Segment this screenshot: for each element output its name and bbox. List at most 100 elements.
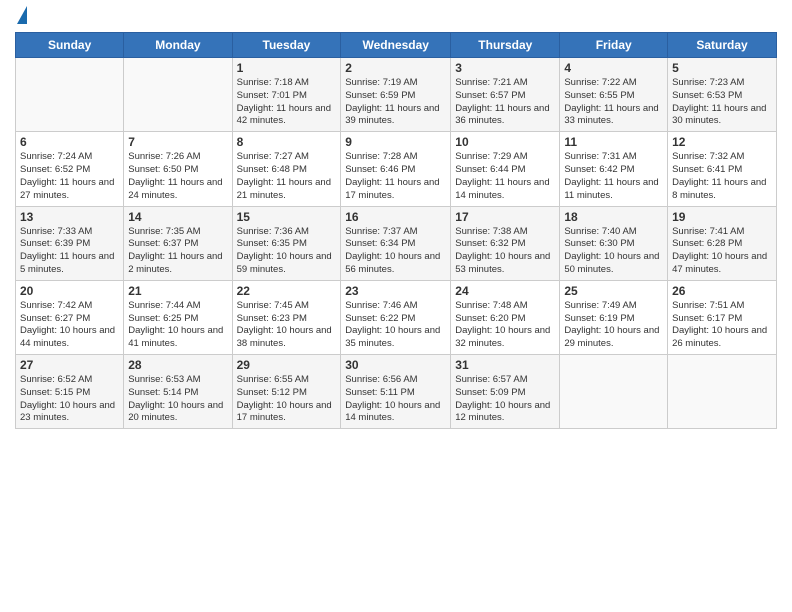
- day-header-tuesday: Tuesday: [232, 33, 341, 58]
- calendar-cell: 26Sunrise: 7:51 AM Sunset: 6:17 PM Dayli…: [668, 280, 777, 354]
- day-info: Sunrise: 7:18 AM Sunset: 7:01 PM Dayligh…: [237, 77, 337, 128]
- day-number: 31: [455, 358, 555, 372]
- day-number: 18: [564, 210, 663, 224]
- calendar-cell: 9 Sunrise: 7:28 AM Sunset: 6:46 PM Daylig…: [341, 132, 451, 206]
- day-header-thursday: Thursday: [451, 33, 560, 58]
- day-number: 22: [237, 284, 337, 298]
- day-info: Sunrise: 7:26 AM Sunset: 6:50 PM Dayligh…: [128, 151, 227, 202]
- day-info: Sunrise: 7:42 AM Sunset: 6:27 PM Dayligh…: [20, 300, 119, 351]
- day-number: 5: [672, 61, 772, 75]
- day-info: Sunrise: 7:49 AM Sunset: 6:19 PM Dayligh…: [564, 300, 663, 351]
- day-info: Sunrise: 7:35 AM Sunset: 6:37 PM Dayligh…: [128, 226, 227, 277]
- day-header-sunday: Sunday: [16, 33, 124, 58]
- calendar-cell: 31 Sunrise: 6:57 AM Sunset: 5:09 PM Dayli…: [451, 355, 560, 429]
- calendar-week-3: 13Sunrise: 7:33 AM Sunset: 6:39 PM Dayli…: [16, 206, 777, 280]
- day-number: 14: [128, 210, 227, 224]
- day-number: 19: [672, 210, 772, 224]
- calendar-cell: 27 Sunrise: 6:52 AM Sunset: 5:15 PM Dayli…: [16, 355, 124, 429]
- day-info: Sunrise: 7:36 AM Sunset: 6:35 PM Dayligh…: [237, 226, 337, 277]
- calendar-cell: 13Sunrise: 7:33 AM Sunset: 6:39 PM Dayli…: [16, 206, 124, 280]
- day-info: Sunrise: 7:19 AM Sunset: 6:59 PM Dayligh…: [345, 77, 446, 128]
- day-header-wednesday: Wednesday: [341, 33, 451, 58]
- day-info: Sunrise: 7:31 AM Sunset: 6:42 PM Dayligh…: [564, 151, 663, 202]
- day-number: 2: [345, 61, 446, 75]
- calendar-week-4: 20Sunrise: 7:42 AM Sunset: 6:27 PM Dayli…: [16, 280, 777, 354]
- day-info: Sunrise: 7:38 AM Sunset: 6:32 PM Dayligh…: [455, 226, 555, 277]
- calendar-cell: [668, 355, 777, 429]
- calendar-cell: 10 Sunrise: 7:29 AM Sunset: 6:44 PM Dayli…: [451, 132, 560, 206]
- calendar-cell: 12Sunrise: 7:32 AM Sunset: 6:41 PM Dayli…: [668, 132, 777, 206]
- day-number: 1: [237, 61, 337, 75]
- day-info: Sunrise: 7:40 AM Sunset: 6:30 PM Dayligh…: [564, 226, 663, 277]
- day-number: 23: [345, 284, 446, 298]
- day-number: 29: [237, 358, 337, 372]
- calendar-week-2: 6 Sunrise: 7:24 AM Sunset: 6:52 PM Daylig…: [16, 132, 777, 206]
- day-number: 30: [345, 358, 446, 372]
- day-info: Sunrise: 7:33 AM Sunset: 6:39 PM Dayligh…: [20, 226, 119, 277]
- day-info: Sunrise: 6:56 AM Sunset: 5:11 PM Dayligh…: [345, 374, 446, 425]
- day-number: 16: [345, 210, 446, 224]
- day-number: 25: [564, 284, 663, 298]
- day-number: 9: [345, 135, 446, 149]
- calendar-week-5: 27 Sunrise: 6:52 AM Sunset: 5:15 PM Dayli…: [16, 355, 777, 429]
- calendar-cell: 2 Sunrise: 7:19 AM Sunset: 6:59 PM Daylig…: [341, 58, 451, 132]
- header: [15, 10, 777, 24]
- day-info: Sunrise: 7:22 AM Sunset: 6:55 PM Dayligh…: [564, 77, 663, 128]
- day-number: 21: [128, 284, 227, 298]
- calendar-cell: 6 Sunrise: 7:24 AM Sunset: 6:52 PM Daylig…: [16, 132, 124, 206]
- day-info: Sunrise: 7:29 AM Sunset: 6:44 PM Dayligh…: [455, 151, 555, 202]
- page: SundayMondayTuesdayWednesdayThursdayFrid…: [0, 0, 792, 439]
- calendar-cell: 14 Sunrise: 7:35 AM Sunset: 6:37 PM Dayli…: [124, 206, 232, 280]
- calendar-cell: 7 Sunrise: 7:26 AM Sunset: 6:50 PM Daylig…: [124, 132, 232, 206]
- day-info: Sunrise: 7:44 AM Sunset: 6:25 PM Dayligh…: [128, 300, 227, 351]
- day-info: Sunrise: 7:37 AM Sunset: 6:34 PM Dayligh…: [345, 226, 446, 277]
- day-info: Sunrise: 7:41 AM Sunset: 6:28 PM Dayligh…: [672, 226, 772, 277]
- day-number: 6: [20, 135, 119, 149]
- calendar-cell: [124, 58, 232, 132]
- day-number: 10: [455, 135, 555, 149]
- calendar-cell: 21 Sunrise: 7:44 AM Sunset: 6:25 PM Dayli…: [124, 280, 232, 354]
- day-number: 4: [564, 61, 663, 75]
- day-info: Sunrise: 7:24 AM Sunset: 6:52 PM Dayligh…: [20, 151, 119, 202]
- calendar-cell: 17 Sunrise: 7:38 AM Sunset: 6:32 PM Dayli…: [451, 206, 560, 280]
- day-info: Sunrise: 7:28 AM Sunset: 6:46 PM Dayligh…: [345, 151, 446, 202]
- calendar-cell: [560, 355, 668, 429]
- calendar-cell: 4 Sunrise: 7:22 AM Sunset: 6:55 PM Daylig…: [560, 58, 668, 132]
- calendar-cell: 15 Sunrise: 7:36 AM Sunset: 6:35 PM Dayli…: [232, 206, 341, 280]
- day-number: 17: [455, 210, 555, 224]
- day-header-monday: Monday: [124, 33, 232, 58]
- day-header-saturday: Saturday: [668, 33, 777, 58]
- day-info: Sunrise: 7:21 AM Sunset: 6:57 PM Dayligh…: [455, 77, 555, 128]
- calendar-cell: 23Sunrise: 7:46 AM Sunset: 6:22 PM Dayli…: [341, 280, 451, 354]
- calendar-cell: 1 Sunrise: 7:18 AM Sunset: 7:01 PM Daylig…: [232, 58, 341, 132]
- day-number: 15: [237, 210, 337, 224]
- calendar-table: SundayMondayTuesdayWednesdayThursdayFrid…: [15, 32, 777, 429]
- calendar-cell: 19 Sunrise: 7:41 AM Sunset: 6:28 PM Dayli…: [668, 206, 777, 280]
- day-number: 12: [672, 135, 772, 149]
- calendar-cell: 28 Sunrise: 6:53 AM Sunset: 5:14 PM Dayli…: [124, 355, 232, 429]
- calendar-cell: 8 Sunrise: 7:27 AM Sunset: 6:48 PM Daylig…: [232, 132, 341, 206]
- logo: [15, 10, 27, 24]
- calendar-cell: 22Sunrise: 7:45 AM Sunset: 6:23 PM Dayli…: [232, 280, 341, 354]
- day-info: Sunrise: 7:27 AM Sunset: 6:48 PM Dayligh…: [237, 151, 337, 202]
- calendar-cell: 5Sunrise: 7:23 AM Sunset: 6:53 PM Daylig…: [668, 58, 777, 132]
- day-number: 24: [455, 284, 555, 298]
- day-info: Sunrise: 6:57 AM Sunset: 5:09 PM Dayligh…: [455, 374, 555, 425]
- calendar-cell: 20Sunrise: 7:42 AM Sunset: 6:27 PM Dayli…: [16, 280, 124, 354]
- calendar-cell: 18 Sunrise: 7:40 AM Sunset: 6:30 PM Dayli…: [560, 206, 668, 280]
- day-info: Sunrise: 6:53 AM Sunset: 5:14 PM Dayligh…: [128, 374, 227, 425]
- calendar-cell: 11 Sunrise: 7:31 AM Sunset: 6:42 PM Dayli…: [560, 132, 668, 206]
- day-number: 26: [672, 284, 772, 298]
- day-number: 27: [20, 358, 119, 372]
- day-info: Sunrise: 7:48 AM Sunset: 6:20 PM Dayligh…: [455, 300, 555, 351]
- calendar-cell: 24 Sunrise: 7:48 AM Sunset: 6:20 PM Dayli…: [451, 280, 560, 354]
- day-header-friday: Friday: [560, 33, 668, 58]
- day-number: 8: [237, 135, 337, 149]
- day-info: Sunrise: 6:52 AM Sunset: 5:15 PM Dayligh…: [20, 374, 119, 425]
- calendar-cell: 3Sunrise: 7:21 AM Sunset: 6:57 PM Daylig…: [451, 58, 560, 132]
- calendar-header-row: SundayMondayTuesdayWednesdayThursdayFrid…: [16, 33, 777, 58]
- calendar-cell: 25 Sunrise: 7:49 AM Sunset: 6:19 PM Dayli…: [560, 280, 668, 354]
- day-number: 28: [128, 358, 227, 372]
- day-number: 7: [128, 135, 227, 149]
- day-number: 11: [564, 135, 663, 149]
